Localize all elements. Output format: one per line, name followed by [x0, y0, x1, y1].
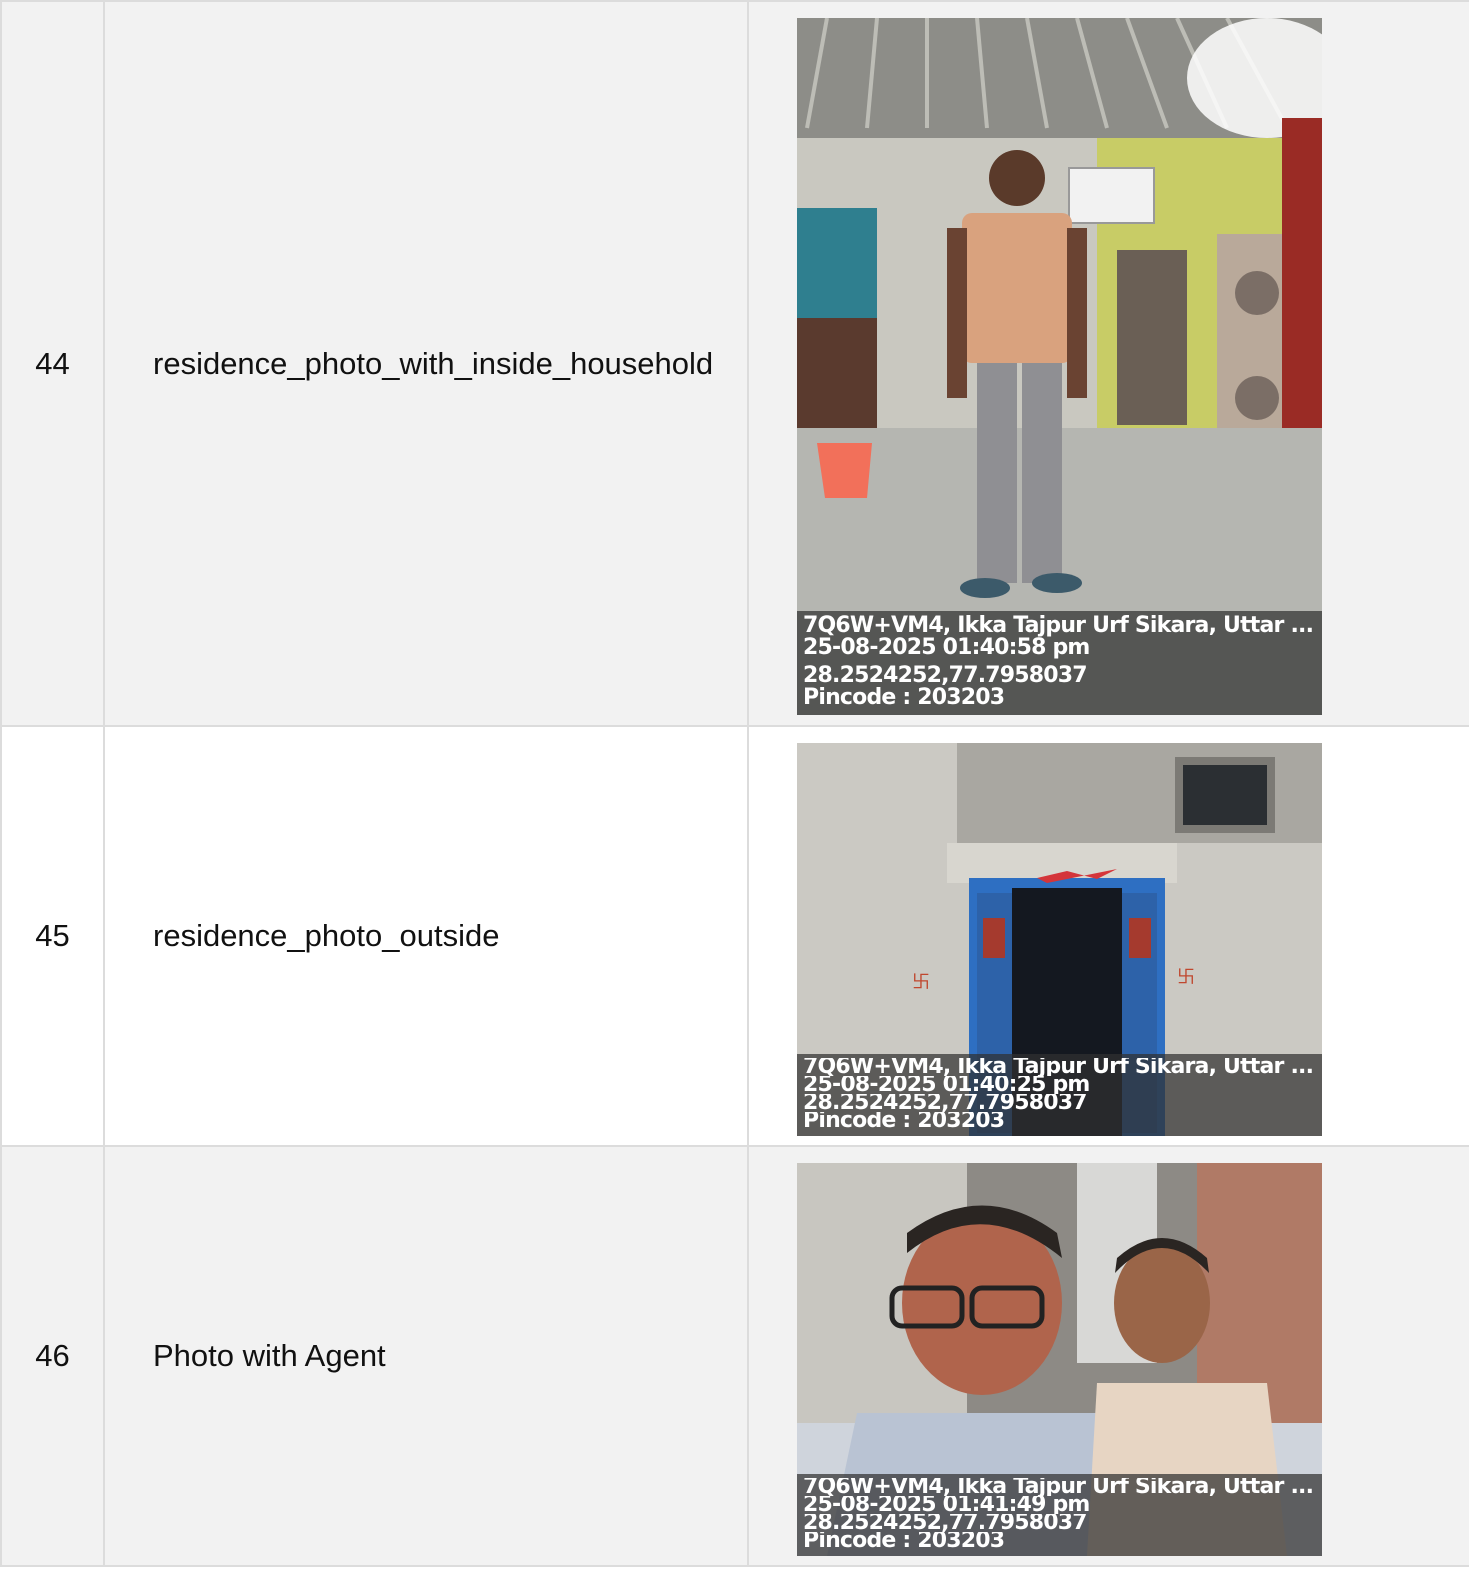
- row-label: residence_photo_with_inside_household: [103, 0, 749, 727]
- stamp-pincode: Pincode : 203203: [803, 1532, 1005, 1550]
- geotag-stamp: 7Q6W+VM4, Ikka Tajpur Urf Sikara, Uttar …: [797, 1474, 1322, 1556]
- stamp-coordinates: 28.2524252,77.7958037: [803, 1094, 1088, 1112]
- row-label: residence_photo_outside: [103, 725, 749, 1147]
- stamp-pincode: Pincode : 203203: [803, 687, 1005, 709]
- svg-text:卐: 卐: [1177, 967, 1195, 988]
- table-row: 45 residence_photo_outside 卐 卐 7Q6W+VM4,…: [0, 725, 1469, 1147]
- stamp-address: 7Q6W+VM4, Ikka Tajpur Urf Sikara, Uttar …: [803, 615, 1314, 637]
- stamp-datetime: 25-08-2025 01:40:25 pm: [803, 1076, 1090, 1094]
- stamp-address: 7Q6W+VM4, Ikka Tajpur Urf Sikara, Uttar …: [803, 1058, 1314, 1076]
- geotag-stamp: 7Q6W+VM4, Ikka Tajpur Urf Sikara, Uttar …: [797, 1054, 1322, 1136]
- svg-text:卐: 卐: [912, 972, 930, 993]
- residence-outside-photo[interactable]: 卐 卐 7Q6W+VM4, Ikka Tajpur Urf Sikara, Ut…: [797, 743, 1322, 1136]
- photo-cell: 卐 卐 7Q6W+VM4, Ikka Tajpur Urf Sikara, Ut…: [747, 725, 1469, 1147]
- stamp-coordinates: 28.2524252,77.7958037: [803, 665, 1088, 687]
- photo-cell: 7Q6W+VM4, Ikka Tajpur Urf Sikara, Uttar …: [747, 0, 1469, 727]
- row-number: 45: [0, 725, 105, 1147]
- stamp-pincode: Pincode : 203203: [803, 1112, 1005, 1130]
- agent-selfie-photo[interactable]: 7Q6W+VM4, Ikka Tajpur Urf Sikara, Uttar …: [797, 1163, 1322, 1556]
- photo-table: 44 residence_photo_with_inside_household: [0, 0, 1469, 1567]
- table-row: 44 residence_photo_with_inside_household: [0, 0, 1469, 727]
- stamp-coordinates: 28.2524252,77.7958037: [803, 1514, 1088, 1532]
- row-label: Photo with Agent: [103, 1145, 749, 1567]
- geotag-stamp: 7Q6W+VM4, Ikka Tajpur Urf Sikara, Uttar …: [797, 611, 1322, 715]
- row-number: 46: [0, 1145, 105, 1567]
- residence-inside-photo[interactable]: 7Q6W+VM4, Ikka Tajpur Urf Sikara, Uttar …: [797, 18, 1322, 715]
- row-number: 44: [0, 0, 105, 727]
- stamp-datetime: 25-08-2025 01:41:49 pm: [803, 1496, 1090, 1514]
- stamp-datetime: 25-08-2025 01:40:58 pm: [803, 637, 1090, 659]
- stamp-address: 7Q6W+VM4, Ikka Tajpur Urf Sikara, Uttar …: [803, 1478, 1314, 1496]
- photo-cell: 7Q6W+VM4, Ikka Tajpur Urf Sikara, Uttar …: [747, 1145, 1469, 1567]
- table-row: 46 Photo with Agent 7Q6W+VM4, Ikka Tajpu…: [0, 1145, 1469, 1567]
